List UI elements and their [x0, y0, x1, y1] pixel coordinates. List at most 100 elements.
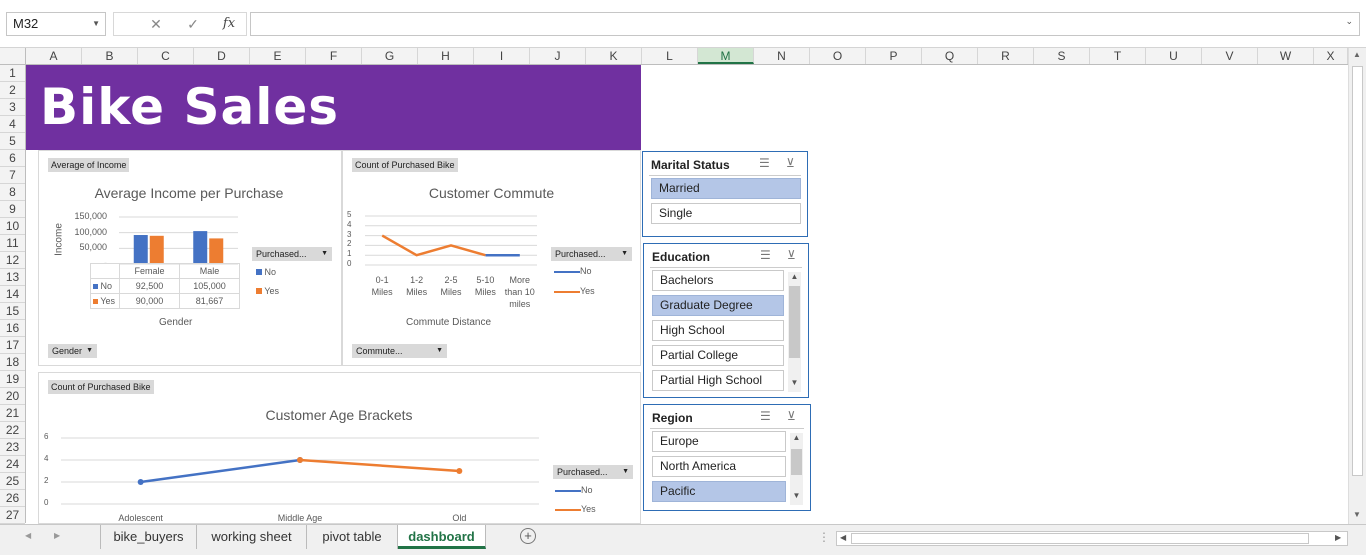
column-header-h[interactable]: H [418, 48, 474, 64]
row-header-2[interactable]: 2 [0, 82, 25, 99]
column-header-d[interactable]: D [194, 48, 250, 64]
slicer-item-partial-high-school[interactable]: Partial High School [652, 370, 784, 391]
marital-status-slicer[interactable]: Marital Status ☰ ⊻ Married Single [642, 151, 808, 237]
tab-working-sheet[interactable]: working sheet [197, 525, 307, 549]
scroll-up-icon[interactable]: ▲ [790, 433, 803, 442]
clear-filter-icon[interactable]: ⊻ [787, 409, 796, 423]
row-header-25[interactable]: 25 [0, 473, 25, 490]
scroll-left-icon[interactable]: ◀ [840, 533, 846, 542]
slicer-item-married[interactable]: Married [651, 178, 801, 199]
row-header-24[interactable]: 24 [0, 456, 25, 473]
horizontal-scrollbar[interactable]: ◀ ▶ [836, 531, 1348, 546]
add-sheet-icon[interactable]: + [520, 528, 536, 544]
row-header-5[interactable]: 5 [0, 133, 25, 150]
row-header-27[interactable]: 27 [0, 507, 25, 524]
scroll-down-icon[interactable]: ▼ [790, 491, 803, 500]
education-slicer[interactable]: Education ☰ ⊻ ▲ ▼ Bachelors Graduate Degr… [643, 243, 809, 398]
slicer-item-pacific[interactable]: Pacific [652, 481, 786, 502]
commute-legend-button[interactable]: Purchased... ▼ [551, 247, 632, 261]
slicer-item-bachelors[interactable]: Bachelors [652, 270, 784, 291]
slicer-item-graduate-degree[interactable]: Graduate Degree [652, 295, 784, 316]
tab-split-handle-icon[interactable]: ⋮ [818, 530, 830, 544]
scroll-down-icon[interactable]: ▼ [788, 378, 801, 387]
column-header-e[interactable]: E [250, 48, 306, 64]
row-header-9[interactable]: 9 [0, 201, 25, 218]
income-axis-button[interactable]: Gender ▼ [48, 344, 97, 358]
row-header-4[interactable]: 4 [0, 116, 25, 133]
clear-filter-icon[interactable]: ⊻ [787, 248, 796, 262]
tab-bike_buyers[interactable]: bike_buyers [100, 525, 197, 549]
scroll-right-icon[interactable]: ▶ [1335, 533, 1341, 542]
slicer-item-high-school[interactable]: High School [652, 320, 784, 341]
cancel-icon[interactable]: ✕ [144, 13, 168, 35]
chevron-down-icon[interactable]: ▼ [92, 13, 100, 35]
column-header-l[interactable]: L [642, 48, 698, 64]
column-header-w[interactable]: W [1258, 48, 1314, 64]
multi-select-icon[interactable]: ☰ [759, 156, 770, 170]
multi-select-icon[interactable]: ☰ [760, 409, 771, 423]
row-header-26[interactable]: 26 [0, 490, 25, 507]
column-header-s[interactable]: S [1034, 48, 1090, 64]
enter-icon[interactable]: ✓ [181, 13, 205, 35]
row-header-1[interactable]: 1 [0, 65, 25, 82]
column-header-g[interactable]: G [362, 48, 418, 64]
scroll-up-icon[interactable]: ▲ [788, 272, 801, 281]
row-header-18[interactable]: 18 [0, 354, 25, 371]
column-header-k[interactable]: K [586, 48, 642, 64]
commute-axis-button[interactable]: Commute... ▼ [352, 344, 447, 358]
expand-formula-icon[interactable]: ⌄ [1345, 16, 1353, 27]
region-scroll-thumb[interactable] [791, 449, 802, 475]
row-header-15[interactable]: 15 [0, 303, 25, 320]
column-header-x[interactable]: X [1314, 48, 1348, 64]
commute-chart[interactable]: Count of Purchased Bike Customer Commute… [342, 150, 641, 366]
column-header-r[interactable]: R [978, 48, 1034, 64]
column-header-j[interactable]: J [530, 48, 586, 64]
vertical-scroll-thumb[interactable] [1352, 66, 1363, 476]
row-header-21[interactable]: 21 [0, 405, 25, 422]
clear-filter-icon[interactable]: ⊻ [786, 156, 795, 170]
row-header-7[interactable]: 7 [0, 167, 25, 184]
scroll-left-icon[interactable]: ◀ [25, 531, 31, 540]
column-header-f[interactable]: F [306, 48, 362, 64]
row-header-22[interactable]: 22 [0, 422, 25, 439]
column-header-c[interactable]: C [138, 48, 194, 64]
multi-select-icon[interactable]: ☰ [760, 248, 771, 262]
column-header-t[interactable]: T [1090, 48, 1146, 64]
slicer-item-north-america[interactable]: North America [652, 456, 786, 477]
name-box[interactable]: M32 ▼ [6, 12, 106, 36]
formula-input[interactable]: ⌄ [250, 12, 1360, 36]
column-header-o[interactable]: O [810, 48, 866, 64]
education-slicer-scrollbar[interactable]: ▲ ▼ [788, 272, 801, 392]
column-header-q[interactable]: Q [922, 48, 978, 64]
income-legend-button[interactable]: Purchased... ▼ [252, 247, 332, 261]
row-header-3[interactable]: 3 [0, 99, 25, 116]
insert-function-icon[interactable]: fx [217, 13, 241, 35]
row-header-17[interactable]: 17 [0, 337, 25, 354]
row-header-20[interactable]: 20 [0, 388, 25, 405]
age-legend-button[interactable]: Purchased... ▼ [553, 465, 633, 479]
horizontal-scroll-thumb[interactable] [851, 533, 1309, 544]
scroll-down-icon[interactable]: ▼ [1353, 510, 1361, 519]
row-header-10[interactable]: 10 [0, 218, 25, 235]
row-header-16[interactable]: 16 [0, 320, 25, 337]
row-header-14[interactable]: 14 [0, 286, 25, 303]
row-header-13[interactable]: 13 [0, 269, 25, 286]
column-header-p[interactable]: P [866, 48, 922, 64]
tab-pivot-table[interactable]: pivot table [307, 525, 398, 549]
region-slicer[interactable]: Region ☰ ⊻ ▲ ▼ Europe North America Pacifi… [643, 404, 811, 511]
column-header-m[interactable]: M [698, 48, 754, 64]
slicer-item-europe[interactable]: Europe [652, 431, 786, 452]
column-header-v[interactable]: V [1202, 48, 1258, 64]
column-header-a[interactable]: A [26, 48, 82, 64]
column-header-n[interactable]: N [754, 48, 810, 64]
column-header-i[interactable]: I [474, 48, 530, 64]
education-scroll-thumb[interactable] [789, 286, 800, 358]
region-slicer-scrollbar[interactable]: ▲ ▼ [790, 433, 803, 505]
vertical-scrollbar[interactable]: ▲ ▼ [1348, 48, 1366, 524]
select-all-corner[interactable] [0, 48, 26, 64]
row-header-11[interactable]: 11 [0, 235, 25, 252]
column-header-b[interactable]: B [82, 48, 138, 64]
column-header-u[interactable]: U [1146, 48, 1202, 64]
row-header-23[interactable]: 23 [0, 439, 25, 456]
tab-dashboard[interactable]: dashboard [398, 525, 486, 549]
